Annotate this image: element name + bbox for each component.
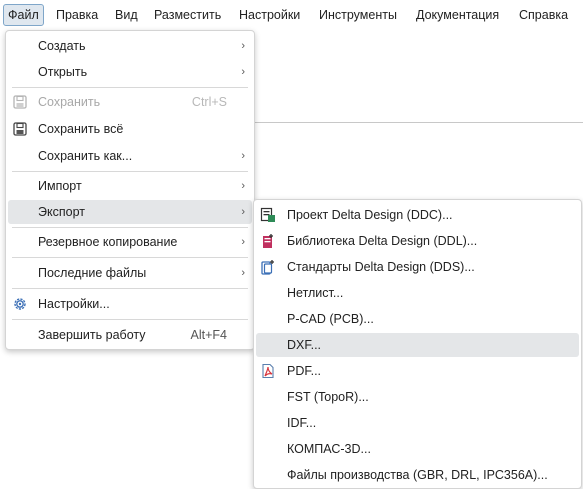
- chevron-right-icon: ›: [241, 40, 245, 52]
- export-item-ddl[interactable]: Библиотека Delta Design (DDL)...: [256, 229, 579, 253]
- menu-item-label: Библиотека Delta Design (DDL)...: [287, 234, 478, 248]
- menu-item-label: Сохранить всё: [38, 122, 124, 136]
- menu-help[interactable]: Справка: [514, 4, 573, 26]
- menu-item-create[interactable]: Создать ›: [8, 34, 252, 58]
- menu-separator: [12, 319, 248, 320]
- menu-item-save[interactable]: Сохранить Ctrl+S: [8, 90, 252, 114]
- export-item-production[interactable]: Файлы производства (GBR, DRL, IPC356A)..…: [256, 463, 579, 487]
- menu-view[interactable]: Вид: [110, 4, 143, 26]
- file-menu: Создать › Открыть › Сохранить Ctrl+S Сох…: [5, 30, 255, 350]
- menu-item-label: Проект Delta Design (DDC)...: [287, 208, 453, 222]
- pdf-icon: [260, 363, 276, 379]
- menu-item-save-as[interactable]: Сохранить как... ›: [8, 144, 252, 168]
- menu-item-label: IDF...: [287, 416, 317, 430]
- export-item-kompas[interactable]: КОМПАС-3D...: [256, 437, 579, 461]
- export-item-fst[interactable]: FST (TopoR)...: [256, 385, 579, 409]
- export-submenu: Проект Delta Design (DDC)... Библиотека …: [253, 199, 582, 489]
- menu-item-label: Экспорт: [38, 205, 85, 219]
- menu-item-export[interactable]: Экспорт ›: [8, 200, 252, 224]
- menu-bar: Файл Правка Вид Разместить Настройки Инс…: [0, 0, 583, 30]
- menu-separator: [12, 257, 248, 258]
- menu-place[interactable]: Разместить: [149, 4, 226, 26]
- menu-file[interactable]: Файл: [3, 4, 44, 26]
- menu-item-import[interactable]: Импорт ›: [8, 174, 252, 198]
- menu-item-label: Резервное копирование: [38, 235, 178, 249]
- chevron-right-icon: ›: [241, 180, 245, 192]
- menu-item-label: Стандарты Delta Design (DDS)...: [287, 260, 475, 274]
- menu-item-label: Сохранить как...: [38, 149, 133, 163]
- menu-item-label: Создать: [38, 39, 86, 53]
- menu-item-backup[interactable]: Резервное копирование ›: [8, 230, 252, 254]
- export-item-pcad[interactable]: P-CAD (PCB)...: [256, 307, 579, 331]
- chevron-right-icon: ›: [241, 236, 245, 248]
- library-icon: [260, 233, 276, 249]
- export-item-pdf[interactable]: PDF...: [256, 359, 579, 383]
- export-item-idf[interactable]: IDF...: [256, 411, 579, 435]
- chevron-right-icon: ›: [241, 206, 245, 218]
- save-all-icon: [12, 121, 28, 137]
- menu-item-settings[interactable]: Настройки...: [8, 292, 252, 316]
- menu-item-label: DXF...: [287, 338, 322, 352]
- menu-item-save-all[interactable]: Сохранить всё: [8, 117, 252, 141]
- menu-item-label: Настройки...: [38, 297, 110, 311]
- workspace-divider: [254, 122, 583, 123]
- shortcut-label: Ctrl+S: [191, 95, 227, 109]
- menu-tools[interactable]: Инструменты: [314, 4, 402, 26]
- menu-separator: [12, 87, 248, 88]
- menu-item-label: Файлы производства (GBR, DRL, IPC356A)..…: [287, 468, 548, 482]
- menu-item-label: Импорт: [38, 179, 82, 193]
- standards-icon: [260, 259, 276, 275]
- export-item-dds[interactable]: Стандарты Delta Design (DDS)...: [256, 255, 579, 279]
- menu-item-recent-files[interactable]: Последние файлы ›: [8, 261, 252, 285]
- menu-documentation[interactable]: Документация: [411, 4, 504, 26]
- menu-edit[interactable]: Правка: [51, 4, 103, 26]
- menu-separator: [12, 288, 248, 289]
- export-item-dxf[interactable]: DXF...: [256, 333, 579, 357]
- menu-item-label: P-CAD (PCB)...: [287, 312, 374, 326]
- chevron-right-icon: ›: [241, 66, 245, 78]
- menu-separator: [12, 227, 248, 228]
- menu-item-label: FST (TopoR)...: [287, 390, 369, 404]
- menu-item-open[interactable]: Открыть ›: [8, 60, 252, 84]
- menu-item-exit[interactable]: Завершить работу Alt+F4: [8, 323, 252, 347]
- export-item-netlist[interactable]: Нетлист...: [256, 281, 579, 305]
- menu-item-label: Завершить работу: [38, 328, 146, 342]
- gear-icon: [12, 296, 28, 312]
- menu-item-label: КОМПАС-3D...: [287, 442, 371, 456]
- shortcut-label: Alt+F4: [190, 328, 227, 342]
- save-icon: [12, 94, 28, 110]
- menu-item-label: Открыть: [38, 65, 88, 79]
- chevron-right-icon: ›: [241, 150, 245, 162]
- menu-item-label: Последние файлы: [38, 266, 147, 280]
- menu-item-label: PDF...: [287, 364, 322, 378]
- project-icon: [260, 207, 276, 223]
- export-item-ddc[interactable]: Проект Delta Design (DDC)...: [256, 203, 579, 227]
- menu-settings[interactable]: Настройки: [234, 4, 305, 26]
- menu-item-label: Сохранить: [38, 95, 101, 109]
- menu-item-label: Нетлист...: [287, 286, 344, 300]
- chevron-right-icon: ›: [241, 267, 245, 279]
- menu-separator: [12, 171, 248, 172]
